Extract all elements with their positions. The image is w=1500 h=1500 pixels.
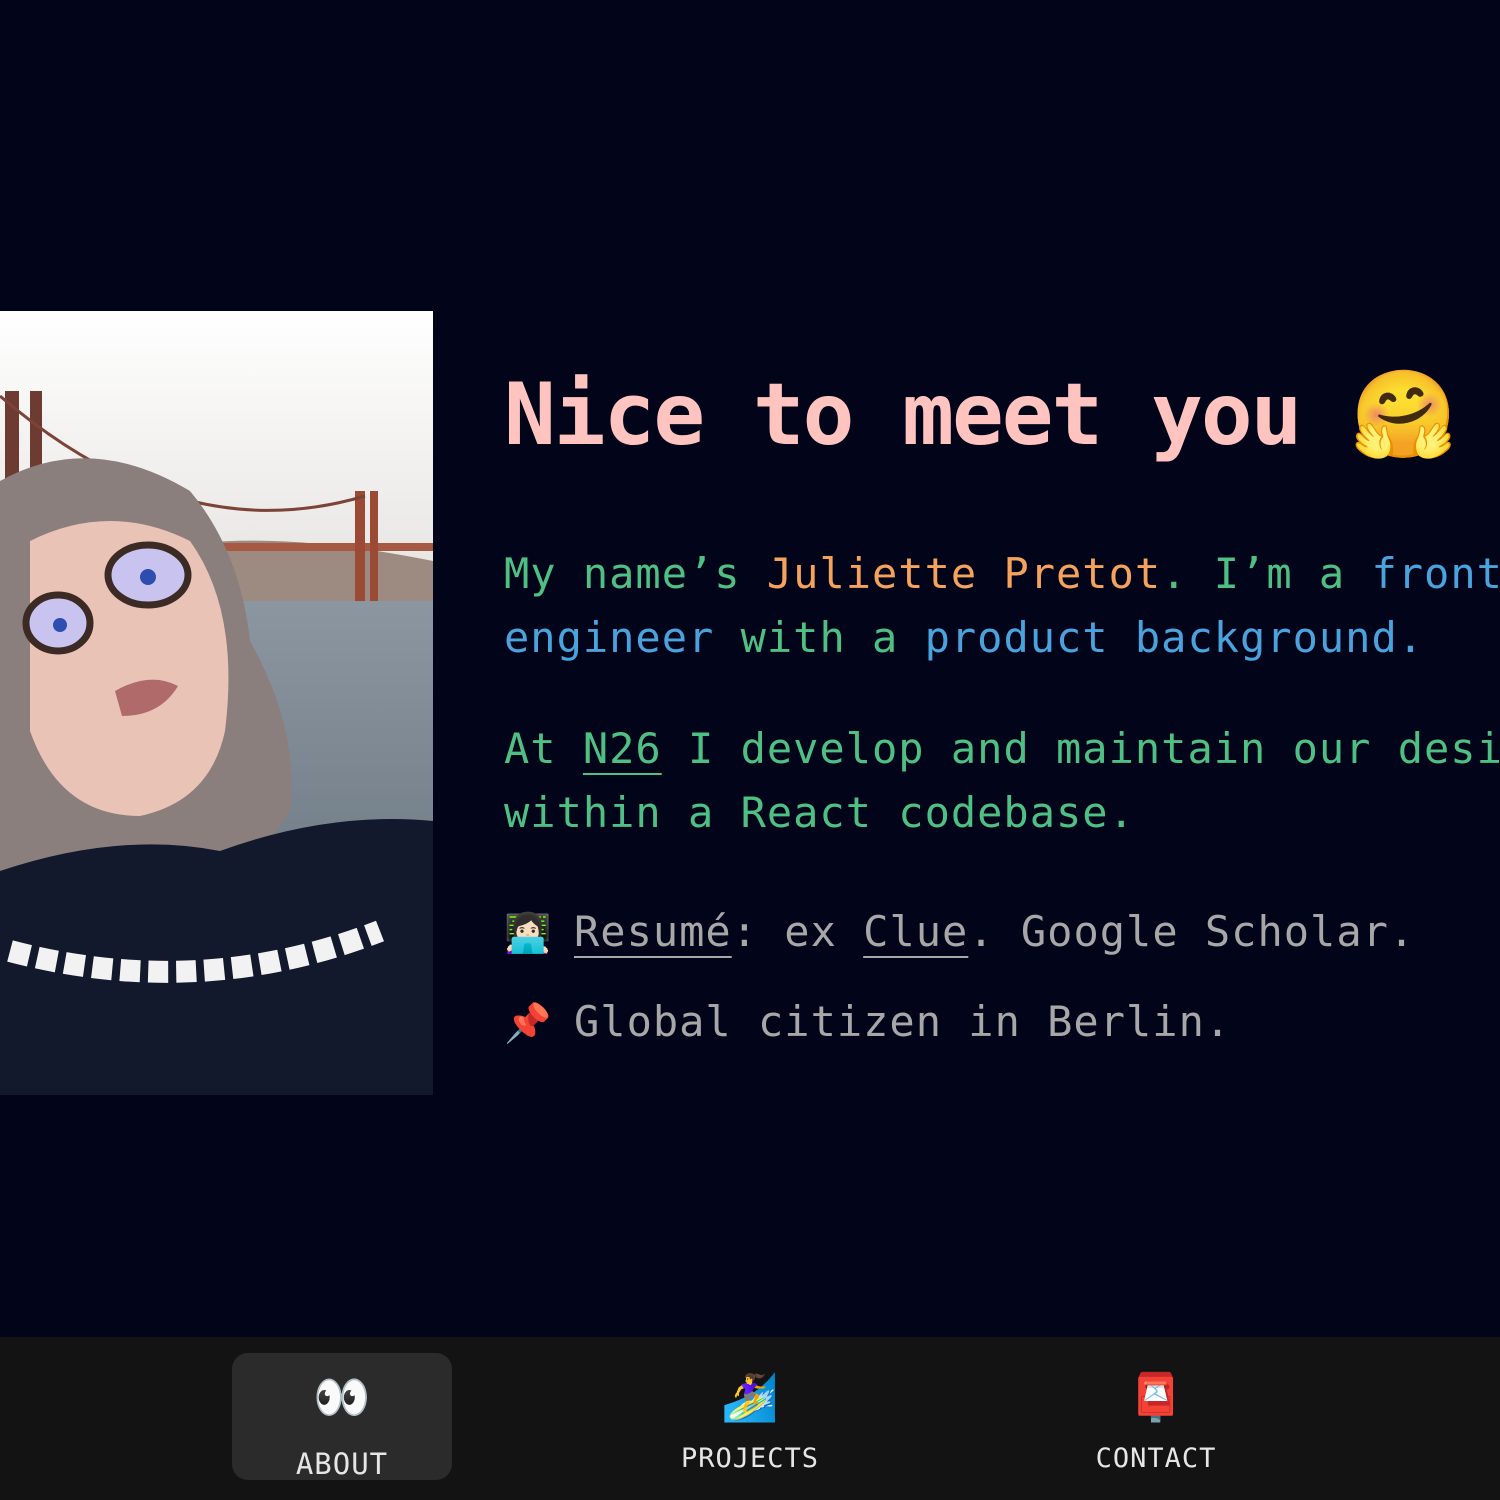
- n26-link[interactable]: N26: [583, 724, 662, 773]
- name-highlight: Juliette Pretot: [766, 549, 1162, 598]
- nav-label: CONTACT: [1095, 1443, 1217, 1474]
- intro-text: .: [1397, 613, 1425, 662]
- intro-paragraph: My name’s Juliette Pretot. I’m a front en…: [504, 542, 1500, 670]
- bottom-nav: 👀 ABOUT 🏄‍♀️ PROJECTS 📮 CONTACT: [0, 1337, 1500, 1500]
- links-text: . Google Scholar.: [968, 907, 1416, 956]
- resume-link[interactable]: Resumé: [574, 907, 732, 956]
- work-text: within a React codebase.: [504, 788, 1135, 837]
- about-page: Nice to meet you 🤗 My name’s Juliette Pr…: [0, 0, 1500, 1500]
- work-paragraph: At N26 I develop and maintain our design…: [504, 717, 1500, 845]
- nav-label: PROJECTS: [680, 1443, 820, 1474]
- surfer-icon: 🏄‍♀️: [721, 1370, 779, 1424]
- location-line: 📌 Global citizen in Berlin.: [504, 990, 1500, 1055]
- role-highlight: product background: [924, 613, 1398, 662]
- pushpin-icon: 📌: [504, 1001, 552, 1045]
- work-text: I develop and maintain our design system: [688, 724, 1500, 773]
- eyes-icon: 👀: [313, 1370, 371, 1424]
- intro-text: with a: [714, 613, 925, 662]
- nav-item-projects[interactable]: 🏄‍♀️ PROJECTS: [640, 1353, 860, 1480]
- links-line: 👩🏻‍💻 Resumé: ex Clue. Google Scholar.: [504, 900, 1500, 965]
- location-text: Global citizen in Berlin.: [574, 997, 1232, 1046]
- intro-text: . I’m a: [1161, 549, 1372, 598]
- nav-item-contact[interactable]: 📮 CONTACT: [1046, 1353, 1266, 1480]
- technologist-icon: 👩🏻‍💻: [504, 911, 552, 955]
- clue-link[interactable]: Clue: [863, 907, 968, 956]
- nav-item-about[interactable]: 👀 ABOUT: [232, 1353, 452, 1481]
- role-highlight: frontend: [1371, 549, 1500, 598]
- about-content: Nice to meet you 🤗 My name’s Juliette Pr…: [504, 360, 1500, 1055]
- intro-text: My name’s: [504, 549, 767, 598]
- profile-photo: [0, 311, 433, 1095]
- postbox-icon: 📮: [1127, 1370, 1185, 1424]
- page-title: Nice to meet you 🤗: [504, 365, 1457, 465]
- hugging-face-icon: 🤗: [1350, 365, 1457, 465]
- role-highlight: engineer: [504, 613, 715, 662]
- work-text: At: [504, 724, 583, 773]
- nav-label: ABOUT: [295, 1447, 389, 1481]
- links-text: : ex: [731, 907, 864, 956]
